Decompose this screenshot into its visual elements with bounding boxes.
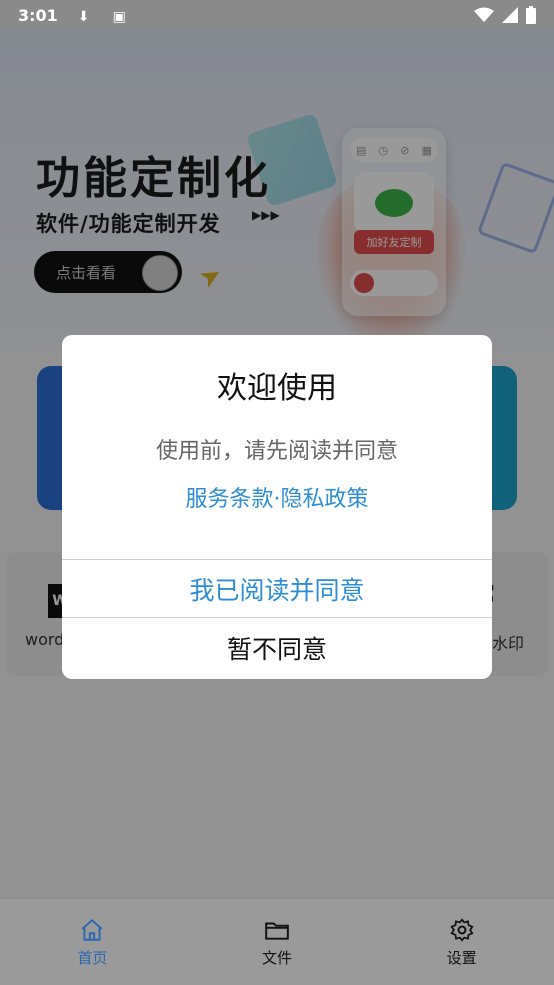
nav-label-files: 文件 [262,948,293,967]
terms-link[interactable]: 服务条款 [185,487,273,512]
nav-item-files[interactable]: 文件 [185,899,370,985]
home-icon [81,918,103,941]
bottom-nav: 首页 文件 设置 [0,898,554,985]
status-bar: 3:01 ⬇ ▣ [0,0,554,30]
nav-item-home[interactable]: 首页 [0,899,185,985]
gear-icon [450,917,474,942]
download-icon: ⬇ [77,8,90,25]
nav-label-home: 首页 [77,948,108,967]
privacy-link[interactable]: 隐私政策 [281,487,369,512]
dialog-message: 使用前，请先阅读并同意 [155,439,398,464]
nav-item-settings[interactable]: 设置 [369,899,554,985]
welcome-dialog: 欢迎使用 使用前，请先阅读并同意 服务条款·隐私政策 我已阅读并同意 暂不同意 [62,335,492,679]
status-time: 3:01 [18,5,58,25]
dialog-title: 欢迎使用 [217,371,337,406]
wifi-icon [474,7,494,22]
nav-label-settings: 设置 [446,948,477,967]
policy-links: 服务条款·隐私政策 [62,481,492,513]
signal-icon [502,7,518,23]
link-separator: · [273,487,281,512]
a-icon: ▣ [112,8,126,25]
folder-icon [265,922,289,940]
decline-button[interactable]: 暂不同意 [62,618,492,678]
battery-icon [526,6,536,24]
agree-button[interactable]: 我已阅读并同意 [62,560,492,617]
